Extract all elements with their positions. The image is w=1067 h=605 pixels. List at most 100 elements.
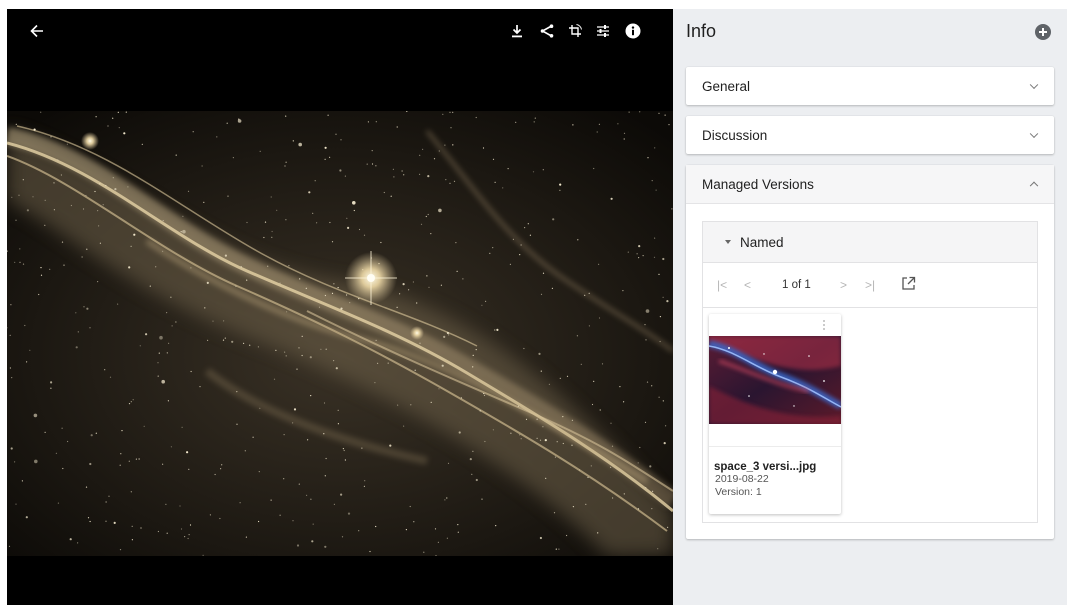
version-card[interactable]: space_3 versi...jpg 2019-08-22 Version: … bbox=[709, 314, 841, 514]
star bbox=[363, 485, 365, 487]
star bbox=[492, 247, 494, 249]
star bbox=[44, 199, 46, 201]
star bbox=[252, 436, 254, 438]
star bbox=[50, 387, 52, 389]
star bbox=[419, 342, 421, 344]
chevron-down-icon bbox=[1029, 129, 1039, 139]
image-viewer bbox=[7, 9, 673, 605]
star bbox=[623, 132, 626, 134]
star bbox=[75, 346, 78, 349]
star bbox=[180, 528, 183, 530]
star bbox=[536, 418, 538, 420]
star bbox=[552, 218, 555, 221]
open-external-button[interactable] bbox=[901, 276, 916, 294]
star bbox=[655, 189, 657, 191]
star bbox=[90, 434, 93, 437]
star bbox=[75, 312, 77, 314]
star bbox=[393, 176, 395, 178]
prev-page-button[interactable]: < bbox=[744, 278, 751, 292]
star bbox=[469, 458, 472, 461]
info-button[interactable] bbox=[623, 21, 643, 41]
star bbox=[132, 399, 134, 401]
star bbox=[112, 177, 114, 179]
add-icon[interactable] bbox=[1035, 24, 1051, 40]
star bbox=[366, 163, 368, 165]
star bbox=[329, 221, 331, 224]
back-button[interactable] bbox=[27, 21, 47, 41]
star bbox=[112, 117, 114, 119]
section-label: Discussion bbox=[702, 127, 768, 143]
star bbox=[87, 517, 90, 519]
star bbox=[188, 468, 190, 470]
star bbox=[221, 464, 223, 466]
star bbox=[108, 495, 110, 497]
star bbox=[70, 204, 72, 207]
star bbox=[246, 221, 248, 224]
section-general-header[interactable]: General bbox=[686, 67, 1054, 105]
star bbox=[67, 440, 69, 443]
star bbox=[540, 370, 542, 372]
star bbox=[286, 311, 288, 313]
more-options-icon[interactable] bbox=[823, 320, 826, 331]
star bbox=[298, 142, 303, 147]
star bbox=[9, 334, 11, 336]
star bbox=[444, 144, 446, 146]
first-page-button[interactable]: |< bbox=[717, 278, 727, 292]
star bbox=[453, 180, 456, 182]
info-title: Info bbox=[686, 21, 717, 41]
star bbox=[324, 146, 327, 149]
star bbox=[662, 296, 664, 298]
star bbox=[654, 147, 656, 149]
star bbox=[447, 462, 450, 464]
star bbox=[97, 281, 99, 283]
star bbox=[135, 458, 137, 460]
star bbox=[310, 395, 312, 397]
star bbox=[312, 212, 314, 214]
star bbox=[639, 111, 641, 113]
star bbox=[98, 225, 100, 227]
crop-rotate-button[interactable] bbox=[565, 21, 585, 41]
star bbox=[145, 333, 148, 336]
adjust-button[interactable] bbox=[593, 21, 613, 41]
star bbox=[442, 113, 444, 115]
star bbox=[85, 486, 88, 488]
star bbox=[318, 306, 321, 308]
star bbox=[571, 444, 573, 446]
star bbox=[292, 520, 294, 522]
star bbox=[590, 465, 592, 467]
star bbox=[299, 278, 301, 280]
star bbox=[182, 215, 184, 217]
star bbox=[22, 179, 24, 181]
star bbox=[637, 462, 639, 464]
star bbox=[533, 121, 535, 123]
star bbox=[138, 458, 140, 460]
star bbox=[375, 121, 377, 123]
star bbox=[430, 233, 432, 235]
section-discussion-header[interactable]: Discussion bbox=[686, 116, 1054, 154]
version-file-name: space_3 versi...jpg bbox=[714, 461, 817, 473]
section-managed-versions-header[interactable]: Managed Versions bbox=[686, 165, 1054, 204]
star bbox=[495, 525, 497, 527]
star bbox=[512, 238, 514, 240]
next-page-button[interactable]: > bbox=[840, 278, 847, 292]
last-page-button[interactable]: >| bbox=[865, 278, 875, 292]
star bbox=[380, 241, 382, 244]
star bbox=[288, 265, 290, 267]
share-button[interactable] bbox=[537, 21, 557, 41]
star bbox=[519, 434, 521, 436]
star bbox=[311, 540, 314, 543]
download-button[interactable] bbox=[507, 21, 527, 41]
star bbox=[598, 263, 600, 265]
star bbox=[240, 266, 242, 268]
star bbox=[638, 257, 640, 259]
nebula-photo bbox=[7, 111, 673, 556]
star bbox=[371, 150, 373, 152]
star bbox=[14, 261, 16, 263]
named-group-header[interactable]: Named bbox=[703, 222, 1037, 263]
star bbox=[40, 111, 42, 113]
star bbox=[430, 401, 432, 403]
star bbox=[50, 136, 52, 138]
star bbox=[337, 287, 339, 289]
star bbox=[358, 530, 360, 532]
star bbox=[15, 503, 17, 505]
